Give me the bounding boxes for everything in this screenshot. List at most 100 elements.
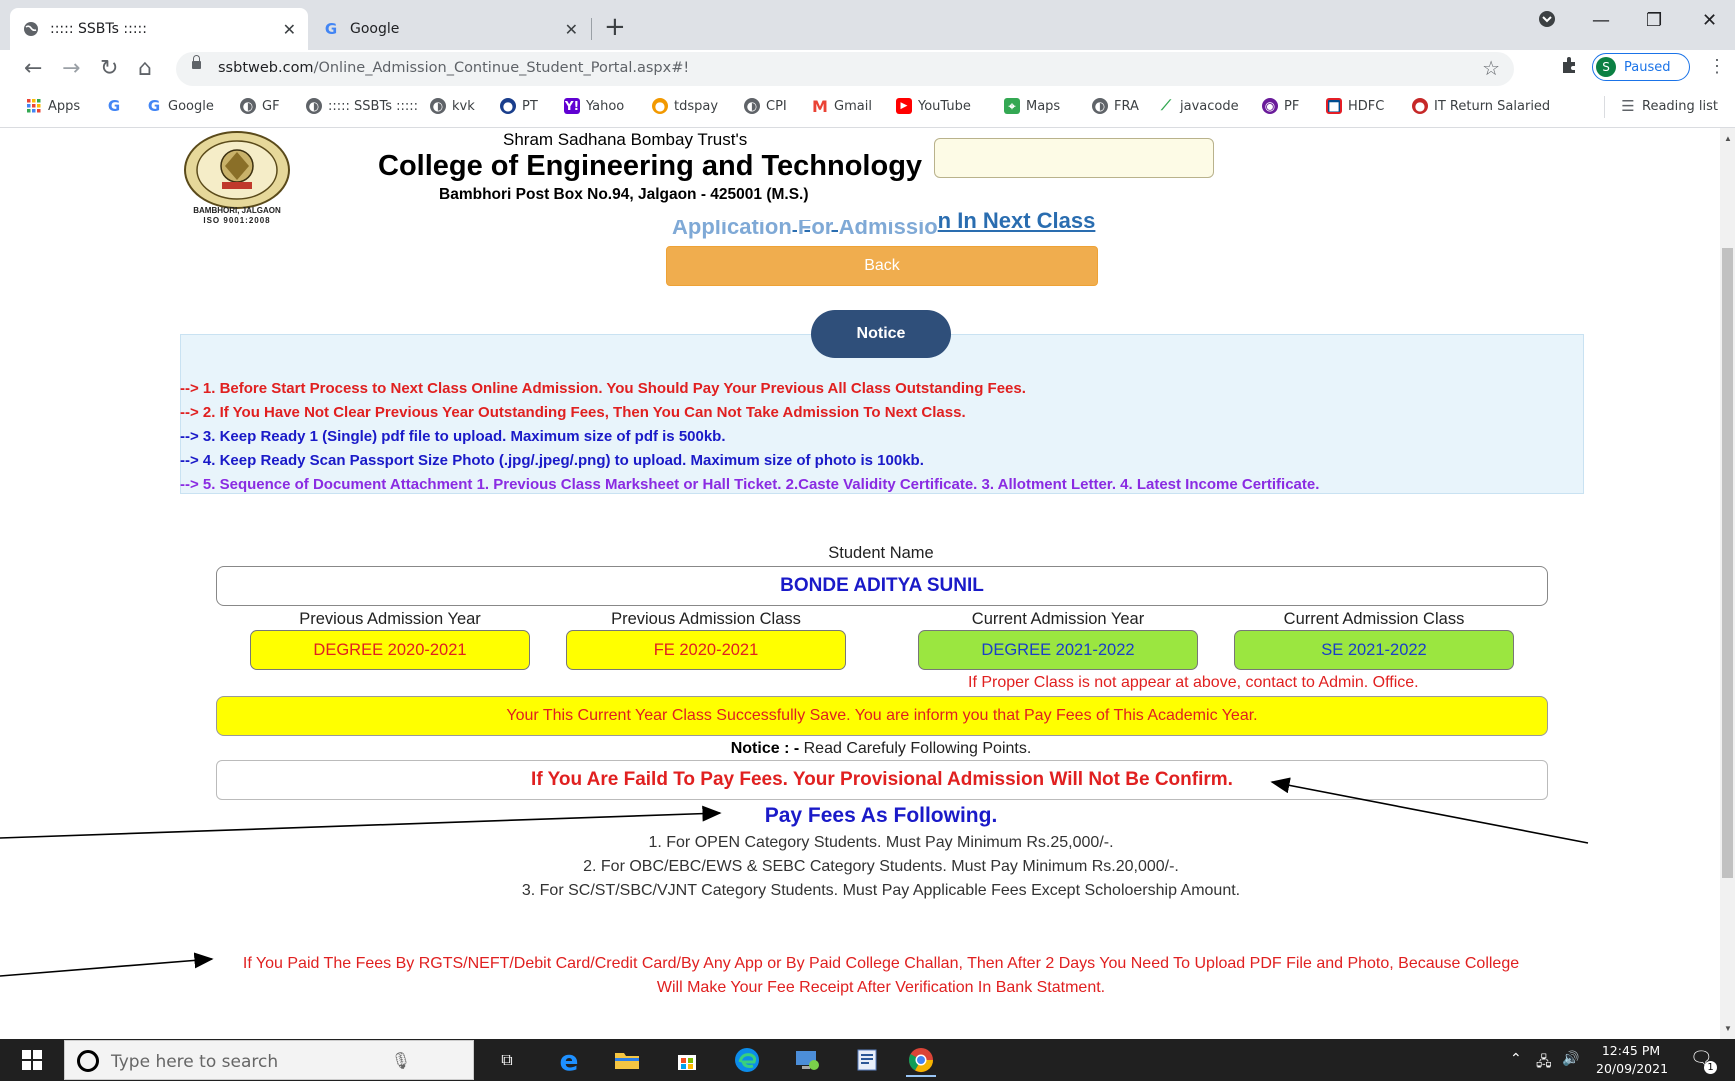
notice-line-5: --> 5. Sequence of Document Attachment 1… <box>180 476 1320 493</box>
close-icon[interactable]: ✕ <box>283 20 296 39</box>
header-input[interactable] <box>934 138 1214 178</box>
tab-google[interactable]: G Google ✕ <box>310 8 590 50</box>
remote-desktop-icon[interactable] <box>792 1045 822 1075</box>
gmail-icon: M <box>812 96 828 116</box>
system-clock[interactable]: 12:45 PM 20/09/2021 <box>1596 1042 1668 1078</box>
scroll-up-icon[interactable]: ▲ <box>1724 134 1732 143</box>
profile-button[interactable]: S Paused <box>1592 53 1690 81</box>
forward-arrow-icon[interactable]: → <box>62 56 80 81</box>
bookmark-star-icon[interactable]: ☆ <box>1482 56 1500 81</box>
search-placeholder: Type here to search <box>111 1052 279 1072</box>
browser-toolbar: ← → ↻ ⌂ ssbtweb.com/Online_Admission_Con… <box>0 50 1735 88</box>
globe-icon: ◐ <box>240 98 256 114</box>
home-icon[interactable]: ⌂ <box>138 56 152 81</box>
restore-icon[interactable]: ❐ <box>1646 10 1662 31</box>
notice-line-3: --> 3. Keep Ready 1 (Single) pdf file to… <box>180 428 726 445</box>
pt-icon: ● <box>500 98 516 114</box>
bookmark-pt[interactable]: ● PT <box>500 98 538 114</box>
college-name: College of Engineering and Technology <box>378 150 923 182</box>
curr-class-field: SE 2021-2022 <box>1234 630 1514 670</box>
edge-icon[interactable] <box>732 1045 762 1075</box>
reading-list-icon: ☰ <box>1621 97 1635 115</box>
trust-name: Shram Sadhana Bombay Trust's <box>503 130 748 149</box>
prev-class-label: Previous Admission Class <box>611 610 801 628</box>
tab-separator <box>591 18 592 40</box>
edge-legacy-icon[interactable]: e <box>554 1044 584 1077</box>
tray-chevron-icon[interactable]: ⌃ <box>1510 1051 1522 1067</box>
bookmark-kvk[interactable]: ◐ kvk <box>430 98 475 114</box>
tab-search-icon[interactable] <box>1538 10 1556 33</box>
google-icon: G <box>107 97 121 115</box>
bookmark-fra[interactable]: ◐ FRA <box>1092 98 1139 114</box>
logo-iso: ISO 9001:2008 <box>203 216 271 225</box>
close-icon[interactable]: ✕ <box>565 20 578 39</box>
apps-grid-icon <box>26 98 42 114</box>
page-viewport: BAMBHORI, JALGAON ISO 9001:2008 Shram Sa… <box>0 128 1720 1039</box>
tab-title: ::::: SSBTs ::::: <box>50 21 147 37</box>
microphone-icon[interactable]: 🎙 <box>391 1051 411 1071</box>
maps-icon: ⌖ <box>1004 98 1020 114</box>
minimize-icon[interactable]: — <box>1592 10 1610 31</box>
windows-taskbar: Type here to search 🎙 ⧉ e ⌃ 🖧 🔊 12:45 PM… <box>0 1039 1735 1081</box>
url-text[interactable]: ssbtweb.com/Online_Admission_Continue_St… <box>218 60 689 76</box>
bookmark-google-g[interactable]: G <box>106 97 128 115</box>
student-name-field: BONDE ADITYA SUNIL <box>216 566 1548 606</box>
tab-title: Google <box>350 21 400 37</box>
network-icon[interactable]: 🖧 <box>1536 1051 1552 1075</box>
prev-year-label: Previous Admission Year <box>299 610 481 628</box>
windows-start-icon[interactable] <box>22 1050 42 1070</box>
read-notice: Notice : - Read Carefuly Following Point… <box>730 740 1032 757</box>
fee-line-3: 3. For SC/ST/SBC/VJNT Category Students.… <box>521 882 1241 899</box>
bookmark-youtube[interactable]: ▶ YouTube <box>896 98 971 114</box>
bookmark-apps[interactable]: Apps <box>26 98 80 114</box>
back-button[interactable]: Back <box>666 246 1098 286</box>
pf-icon: ◉ <box>1262 98 1278 114</box>
menu-kebab-icon[interactable]: ⋮ <box>1708 56 1726 77</box>
bookmark-ssbts[interactable]: ◐::::: SSBTs ::::: <box>306 98 418 114</box>
bookmarks-bar: Apps G G Google ◐ GF ◐::::: SSBTs ::::: ◐ k… <box>0 88 1735 128</box>
page-scrollbar[interactable]: ▲ ▼ <box>1720 128 1735 1039</box>
extensions-icon[interactable] <box>1560 56 1578 79</box>
volume-icon[interactable]: 🔊 <box>1562 1051 1579 1067</box>
globe-icon: ◐ <box>744 98 760 114</box>
scroll-down-icon[interactable]: ▼ <box>1724 1024 1732 1033</box>
scrollbar-thumb[interactable] <box>1722 248 1733 878</box>
new-tab-icon[interactable]: + <box>604 12 626 42</box>
back-arrow-icon[interactable]: ← <box>24 56 42 81</box>
youtube-icon: ▶ <box>896 98 912 114</box>
address-bar[interactable]: ssbtweb.com/Online_Admission_Continue_St… <box>176 52 1514 86</box>
tab-ssbts[interactable]: ::::: SSBTs ::::: ✕ <box>10 8 308 50</box>
close-window-icon[interactable]: ✕ <box>1702 10 1717 31</box>
bookmark-gf[interactable]: ◐ GF <box>240 98 280 114</box>
file-explorer-icon[interactable] <box>612 1045 642 1075</box>
arrow-line <box>0 952 214 977</box>
bookmark-maps[interactable]: ⌖ Maps <box>1004 98 1060 114</box>
task-view-icon[interactable]: ⧉ <box>492 1045 522 1075</box>
taskbar-search[interactable]: Type here to search 🎙 <box>64 1040 474 1080</box>
reload-icon[interactable]: ↻ <box>100 56 118 81</box>
bookmark-cpi[interactable]: ◐ CPI <box>744 98 787 114</box>
bookmark-google[interactable]: G Google <box>146 97 214 115</box>
pay-fees-heading: Pay Fees As Following. <box>764 804 998 827</box>
lock-icon[interactable] <box>192 55 201 69</box>
tdspay-icon: ● <box>652 98 668 114</box>
avatar: S <box>1596 57 1616 77</box>
prev-year-field: DEGREE 2020-2021 <box>250 630 530 670</box>
bookmark-tdspay[interactable]: ● tdspay <box>652 98 718 114</box>
bookmark-it-return[interactable]: ● IT Return Salaried <box>1412 98 1550 114</box>
application-link[interactable]: Application For Admission In Next Class <box>672 208 1095 239</box>
bookmark-gmail[interactable]: M Gmail <box>812 96 872 116</box>
notice-line-1: --> 1. Before Start Process to Next Clas… <box>180 380 1026 397</box>
notification-count: 1 <box>1704 1061 1717 1074</box>
store-icon[interactable] <box>672 1045 702 1075</box>
chrome-icon[interactable] <box>906 1045 936 1077</box>
it-return-icon: ● <box>1412 98 1428 114</box>
reading-list[interactable]: ☰ Reading list <box>1620 97 1718 115</box>
bookmark-yahoo[interactable]: Y! Yahoo <box>564 98 624 114</box>
bookmark-pf[interactable]: ◉ PF <box>1262 98 1299 114</box>
profile-status: Paused <box>1624 59 1671 75</box>
bookmark-javacode[interactable]: ⟋ javacode <box>1158 98 1239 114</box>
class-warning: If Proper Class is not appear at above, … <box>968 674 1419 691</box>
notepad-app-icon[interactable] <box>852 1045 882 1075</box>
bookmark-hdfc[interactable]: ■ HDFC <box>1326 98 1384 114</box>
